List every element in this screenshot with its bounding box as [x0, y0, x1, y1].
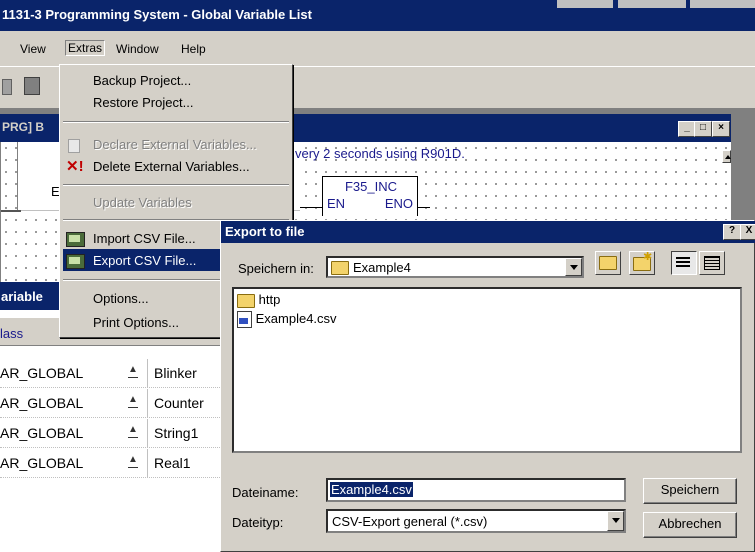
menubar: View Extras Window Help	[0, 31, 755, 66]
menu-item-backup-project[interactable]: Backup Project...	[93, 73, 191, 88]
app-title-bar: 1131-3 Programming System - Global Varia…	[0, 0, 755, 31]
save-in-label: Speichern in:	[238, 261, 314, 276]
filetype-label: Dateityp:	[232, 515, 284, 530]
title-bar-control-fragment	[557, 0, 613, 8]
table-row[interactable]: AR_GLOBAL ▲ Blinker	[0, 359, 220, 388]
menu-item-delete-external-variables[interactable]: Delete External Variables...	[93, 159, 250, 174]
help-icon[interactable]: ?	[723, 224, 741, 240]
list-item[interactable]: Example4.csv	[237, 311, 337, 329]
dropdown-icon[interactable]: ▲	[128, 425, 138, 438]
menu-item-declare-external-variables: Declare External Variables...	[93, 137, 257, 152]
menu-item-print-options[interactable]: Print Options...	[93, 315, 179, 330]
variable-class: AR_GLOBAL	[0, 455, 84, 471]
function-block[interactable]: F35_INC EN ENO	[322, 176, 418, 216]
import-csv-icon	[66, 230, 85, 247]
dialog-close-button[interactable]: X	[740, 224, 755, 240]
variable-panel-title: ariable	[0, 282, 60, 310]
column-class[interactable]: lass	[0, 326, 23, 341]
filetype-value: CSV-Export general (*.csv)	[332, 514, 488, 529]
variable-identifier: Blinker	[154, 365, 197, 381]
variable-identifier: String1	[154, 425, 199, 441]
file-name: Example4.csv	[255, 311, 337, 326]
save-in-value: Example4	[353, 260, 411, 275]
variable-class: AR_GLOBAL	[0, 395, 84, 411]
column-divider	[147, 449, 148, 477]
chevron-down-icon[interactable]	[607, 511, 624, 531]
filename-label: Dateiname:	[232, 485, 299, 500]
menu-item-import-csv-file[interactable]: Import CSV File...	[93, 231, 196, 246]
maximize-button[interactable]: □	[694, 121, 712, 137]
variable-class: AR_GLOBAL	[0, 425, 84, 441]
function-block-name: F35_INC	[344, 179, 398, 194]
declare-variables-icon	[66, 137, 84, 153]
menu-view[interactable]: View	[20, 42, 46, 56]
function-block-output: ENO	[384, 196, 413, 211]
export-csv-icon	[66, 252, 85, 269]
function-block-input: EN	[327, 196, 346, 211]
variable-class: AR_GLOBAL	[0, 365, 84, 381]
list-item[interactable]: http	[237, 292, 280, 308]
paste-icon[interactable]	[24, 77, 40, 95]
table-row[interactable]: AR_GLOBAL ▲ Real1	[0, 449, 220, 478]
editor-window-title: PRG] B	[2, 120, 44, 134]
up-arrow-icon	[725, 155, 731, 159]
title-bar-control-fragment	[690, 0, 755, 8]
filename-value: Example4.csv	[330, 482, 413, 497]
menu-item-export-csv-file[interactable]: Export CSV File...	[93, 253, 196, 268]
app-title: 1131-3 Programming System - Global Varia…	[2, 7, 312, 22]
column-divider	[147, 359, 148, 387]
cancel-button[interactable]: Abbrechen	[643, 512, 737, 538]
menu-separator	[63, 121, 289, 123]
menu-separator	[63, 184, 289, 186]
dropdown-icon[interactable]: ▲	[128, 395, 138, 408]
menu-item-options[interactable]: Options...	[93, 291, 149, 306]
close-button[interactable]: ×	[712, 121, 730, 137]
dropdown-icon[interactable]: ▲	[128, 365, 138, 378]
dropdown-icon[interactable]: ▲	[128, 455, 138, 468]
folder-icon	[331, 261, 349, 275]
variable-identifier: Real1	[154, 455, 191, 471]
menu-help[interactable]: Help	[181, 42, 206, 56]
new-folder-icon[interactable]: ✱	[629, 251, 655, 275]
details-view-icon[interactable]	[699, 251, 725, 275]
output-wire	[418, 207, 430, 208]
network-separator	[1, 210, 21, 212]
dialog-title: Export to file	[225, 224, 305, 239]
menu-item-update-variables: Update Variables	[93, 195, 192, 210]
variable-identifier: Counter	[154, 395, 204, 411]
menu-window[interactable]: Window	[116, 42, 159, 56]
csv-file-icon	[237, 311, 252, 329]
menu-extras[interactable]: Extras	[65, 40, 106, 56]
network-comment: very 2 seconds using R901D.	[295, 146, 465, 161]
menu-item-restore-project[interactable]: Restore Project...	[93, 95, 193, 110]
filetype-dropdown[interactable]: CSV-Export general (*.csv)	[326, 509, 626, 533]
column-divider	[147, 419, 148, 447]
column-divider	[147, 389, 148, 417]
export-to-file-dialog: Export to file ? X Speichern in: Example…	[220, 220, 755, 552]
dialog-title-bar: Export to file ? X	[221, 221, 755, 243]
chevron-down-icon[interactable]	[565, 258, 582, 276]
delete-x-icon: ✕!	[66, 158, 84, 175]
title-bar-control-fragment	[618, 0, 686, 8]
folder-icon	[237, 293, 255, 308]
filename-input[interactable]: Example4.csv	[326, 478, 626, 502]
input-wire	[300, 207, 322, 208]
file-list[interactable]: http Example4.csv	[232, 287, 742, 453]
table-row[interactable]: AR_GLOBAL ▲ Counter	[0, 389, 220, 418]
table-row[interactable]: AR_GLOBAL ▲ String1	[0, 419, 220, 448]
save-button[interactable]: Speichern	[643, 478, 737, 504]
copy-icon[interactable]	[2, 79, 12, 95]
save-in-dropdown[interactable]: Example4	[326, 256, 584, 278]
list-view-icon[interactable]	[671, 251, 697, 275]
up-one-level-icon[interactable]	[595, 251, 621, 275]
file-name: http	[258, 292, 281, 307]
